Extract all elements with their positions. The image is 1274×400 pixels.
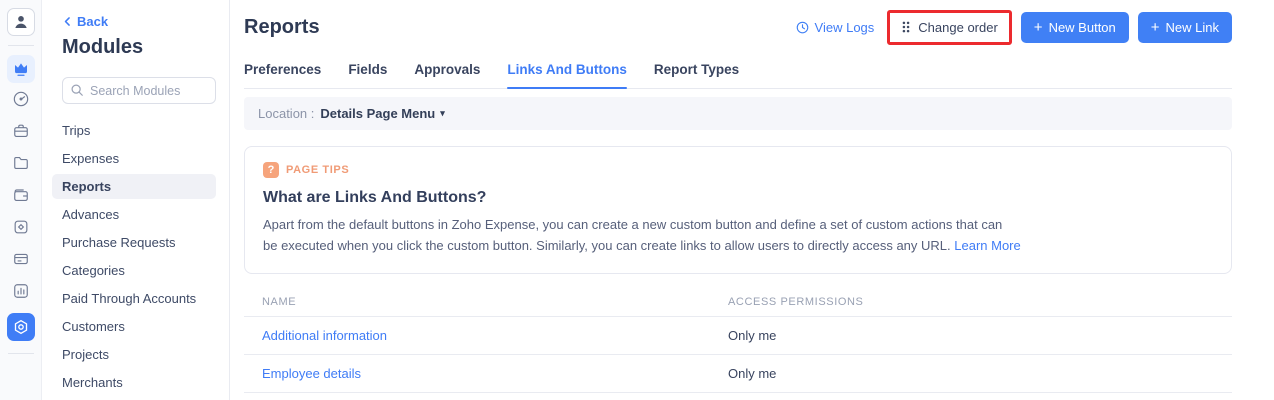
modules-panel: Back Modules Trips Expenses Reports Adva… [42,0,230,400]
admin-crown-icon[interactable] [7,55,35,83]
module-item-merchants[interactable]: Merchants [52,370,216,395]
learn-more-link[interactable]: Learn More [954,238,1020,253]
row-permission: Only me [728,366,1214,381]
plus-icon: + [1034,22,1043,33]
tab-preferences[interactable]: Preferences [244,56,321,88]
new-link-button[interactable]: + New Link [1138,12,1232,43]
tab-approvals[interactable]: Approvals [414,56,480,88]
new-button-label: New Button [1049,20,1116,35]
module-item-categories[interactable]: Categories [52,258,216,283]
main-header: Reports View Logs Change order + New But… [244,10,1232,44]
new-button-button[interactable]: + New Button [1021,12,1129,43]
change-order-label: Change order [918,20,998,35]
module-item-trips[interactable]: Trips [52,118,216,143]
module-item-advances[interactable]: Advances [52,202,216,227]
row-link-employee-details[interactable]: Employee details [262,366,728,381]
table-header-row: NAME ACCESS PERMISSIONS [244,288,1232,317]
search-wrap [62,77,215,104]
module-item-purchase-requests[interactable]: Purchase Requests [52,230,216,255]
tips-body-line-1: Apart from the default buttons in Zoho E… [263,217,1002,232]
tips-body-line-2: be executed when you click the custom bu… [263,238,951,253]
app-window: Back Modules Trips Expenses Reports Adva… [0,0,1274,400]
trips-briefcase-icon[interactable] [10,120,32,142]
row-permission: Only me [728,328,1214,343]
tips-body: Apart from the default buttons in Zoho E… [263,214,1213,256]
module-item-reports[interactable]: Reports [52,174,216,199]
table-row: Additional information Only me [244,317,1232,355]
change-order-button[interactable]: Change order [890,13,1009,42]
table-row: Employee details Only me [244,355,1232,393]
tips-heading: What are Links And Buttons? [263,189,1213,207]
new-link-label: New Link [1166,20,1219,35]
tab-fields[interactable]: Fields [348,56,387,88]
dashboard-speedometer-icon[interactable] [10,88,32,110]
module-list: Trips Expenses Reports Advances Purchase… [52,118,215,395]
clock-icon [795,20,810,35]
tab-bar: Preferences Fields Approvals Links And B… [244,56,1232,89]
module-item-paid-through-accounts[interactable]: Paid Through Accounts [52,286,216,311]
search-modules-input[interactable] [62,77,216,104]
wallet-icon[interactable] [10,184,32,206]
caret-down-icon: ▾ [440,108,445,119]
header-actions: View Logs Change order + New Button + Ne… [795,10,1232,45]
column-header-name: NAME [262,296,728,308]
credit-card-icon[interactable] [10,248,32,270]
location-bar: Location : Details Page Menu ▾ [244,97,1232,130]
main-content: Reports View Logs Change order + New But… [230,0,1274,400]
page-title: Reports [244,16,320,39]
page-tips-header: ? PAGE TIPS [263,162,1213,178]
icon-rail [0,0,42,400]
back-link[interactable]: Back [62,14,108,29]
row-link-additional-information[interactable]: Additional information [262,328,728,343]
question-mark-icon: ? [263,162,279,178]
rail-divider [8,45,34,46]
rail-divider-bottom [8,353,34,354]
page-tips-label: PAGE TIPS [286,164,349,176]
page-tips-box: ? PAGE TIPS What are Links And Buttons? … [244,146,1232,274]
tab-links-and-buttons[interactable]: Links And Buttons [507,56,627,88]
drag-handle-icon [901,20,911,34]
plus-icon: + [1151,22,1160,33]
analytics-bar-chart-icon[interactable] [10,280,32,302]
module-item-projects[interactable]: Projects [52,342,216,367]
tab-report-types[interactable]: Report Types [654,56,739,88]
view-logs-link[interactable]: View Logs [795,20,875,35]
location-dropdown[interactable]: Details Page Menu ▾ [320,106,444,121]
panel-title: Modules [62,36,215,59]
view-logs-label: View Logs [815,20,875,35]
user-avatar-icon[interactable] [7,8,35,36]
chevron-left-icon [62,16,73,27]
location-label: Location : [258,106,314,121]
settings-gear-icon[interactable] [7,313,35,341]
column-header-access-permissions: ACCESS PERMISSIONS [728,296,1214,308]
back-label: Back [77,14,108,29]
search-icon [70,83,84,97]
module-item-expenses[interactable]: Expenses [52,146,216,171]
card-diamond-icon[interactable] [10,216,32,238]
folder-icon[interactable] [10,152,32,174]
location-value: Details Page Menu [320,106,435,121]
module-item-customers[interactable]: Customers [52,314,216,339]
links-buttons-table: NAME ACCESS PERMISSIONS Additional infor… [244,288,1232,393]
annotation-highlight-box: Change order [887,10,1012,45]
